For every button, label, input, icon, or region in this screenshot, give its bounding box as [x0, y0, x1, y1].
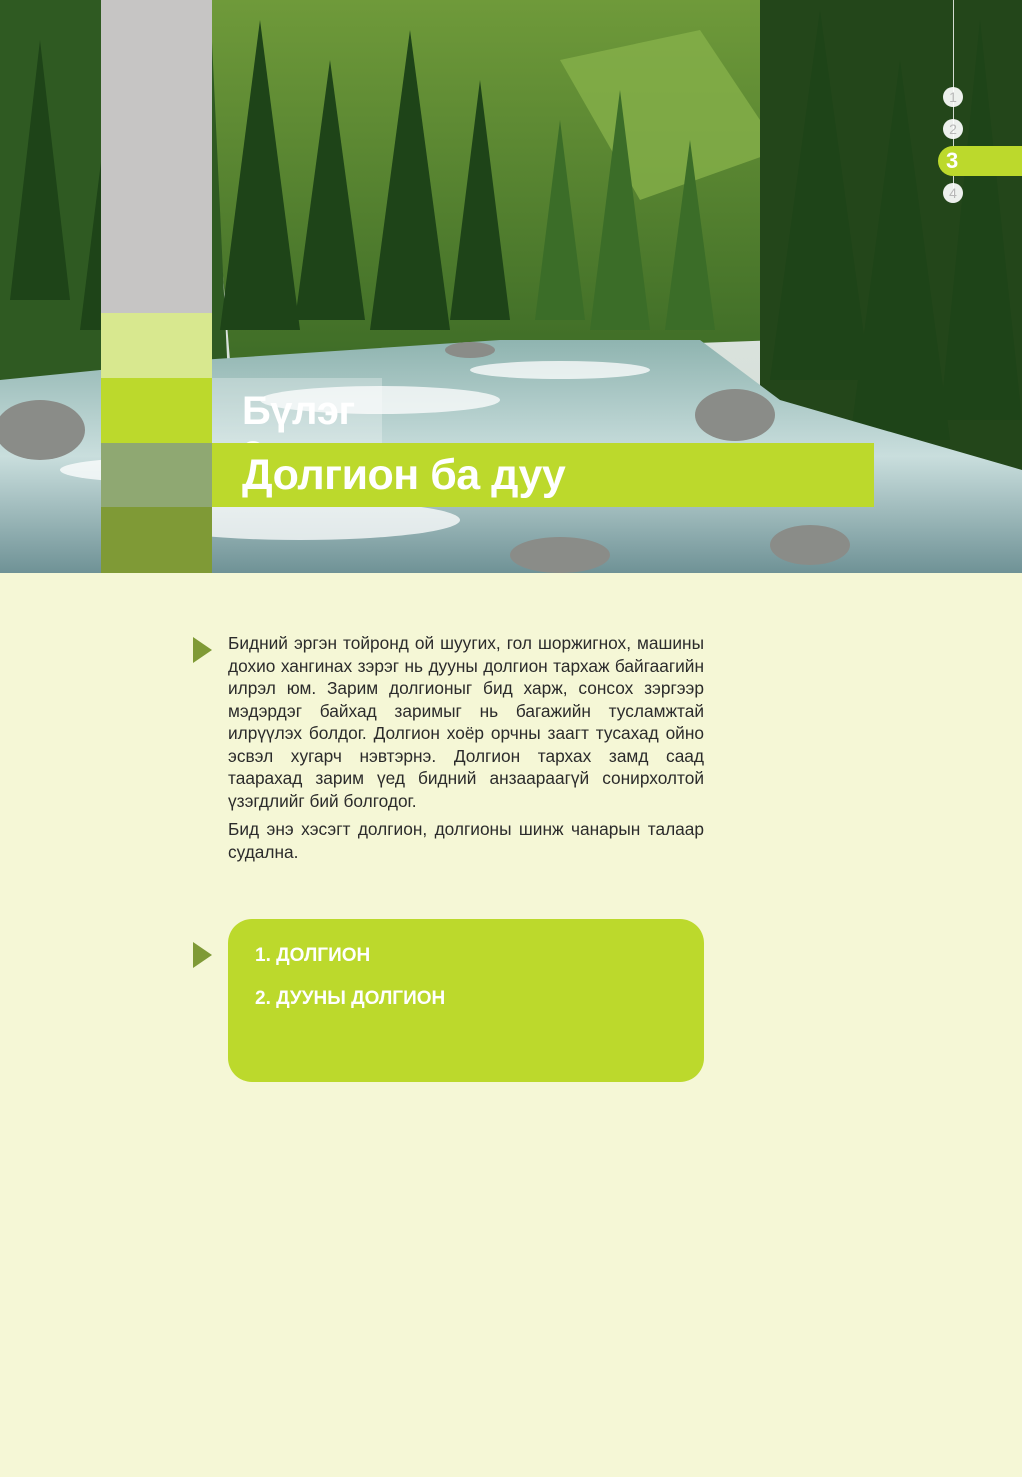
- intro-text: Бидний эргэн тойронд ой шуугих, гол шорж…: [228, 632, 704, 869]
- triangle-bullet-icon: [193, 942, 212, 968]
- color-strip-lime: [101, 378, 212, 443]
- color-strip-light-green: [101, 313, 212, 378]
- triangle-bullet-icon: [193, 637, 212, 663]
- chapter-nav-item-3-active[interactable]: 3: [938, 146, 1022, 176]
- contents-item[interactable]: 2. ДУУНЫ ДОЛГИОН: [255, 988, 445, 1010]
- chapter-nav-item-1[interactable]: 1: [943, 87, 963, 107]
- chapter-title-bar: Долгион ба дуу: [212, 443, 874, 507]
- intro-paragraph: Бид энэ хэсэгт долгион, долгионы шинж ча…: [228, 819, 704, 862]
- contents-item[interactable]: 1. ДОЛГИОН: [255, 945, 370, 967]
- chapter-title: Долгион ба дуу: [242, 451, 566, 499]
- color-strip-olive: [101, 507, 212, 573]
- intro-paragraph: Бидний эргэн тойронд ой шуугих, гол шорж…: [228, 633, 704, 811]
- chapter-nav-item-4[interactable]: 4: [943, 183, 963, 203]
- color-strip-sage: [101, 443, 212, 507]
- color-strip-gray: [101, 0, 212, 313]
- chapter-nav-item-2[interactable]: 2: [943, 119, 963, 139]
- contents-box: 1. ДОЛГИОН 2. ДУУНЫ ДОЛГИОН: [228, 919, 704, 1082]
- chapter-nav-active-label: 3: [946, 148, 959, 173]
- chapter-label-box: Бүлэг 3: [212, 378, 382, 478]
